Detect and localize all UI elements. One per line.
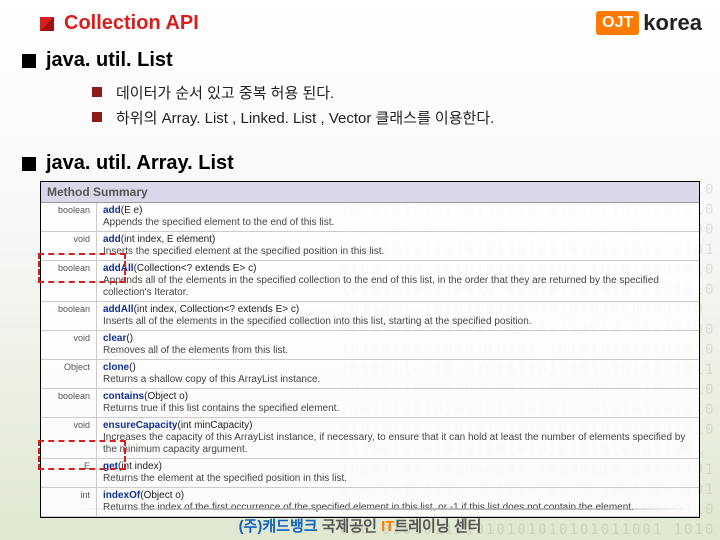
section-list-heading: java. util. List (46, 49, 173, 72)
method-name: add (103, 205, 121, 216)
footer-divider (80, 508, 690, 510)
method-params: (int index) (118, 461, 162, 472)
method-params: (Collection<? extends E> c) (134, 263, 257, 274)
brown-bullet-icon (92, 87, 102, 97)
section-list: java. util. List (0, 35, 720, 72)
bullet-text: 하위의 Array. List , Linked. List , Vector … (116, 107, 494, 128)
footer-text-2: 트레이닝 센터 (394, 518, 481, 535)
method-summary-table: Method Summary booleanadd(E e)Appends th… (40, 181, 700, 518)
method-return: boolean (41, 302, 97, 330)
slide-title: Collection API (64, 12, 199, 35)
black-bullet-icon (22, 157, 36, 171)
footer-text-1: 국제공인 (318, 518, 382, 535)
method-params: (E e) (121, 205, 143, 216)
method-summary-header: Method Summary (41, 182, 699, 203)
brown-bullet-icon (92, 112, 102, 122)
bullet-item: 하위의 Array. List , Linked. List , Vector … (92, 107, 720, 128)
black-bullet-icon (22, 54, 36, 68)
method-desc: Removes all of the elements from this li… (103, 345, 693, 357)
method-desc: Appends the specified element to the end… (103, 217, 693, 229)
method-return: E (41, 459, 97, 487)
ojt-korea-logo: OJT korea (596, 10, 702, 36)
method-name: addAll (103, 263, 134, 274)
bullet-text: 데이터가 순서 있고 중복 허용 된다. (116, 82, 334, 103)
method-return: int (41, 488, 97, 516)
method-name: indexOf (103, 490, 140, 501)
method-signature: addAll(Collection<? extends E> c)Appends… (97, 261, 699, 301)
method-return: boolean (41, 389, 97, 417)
method-row: booleanadd(E e)Appends the specified ele… (41, 203, 699, 232)
method-signature: contains(Object o)Returns true if this l… (97, 389, 699, 417)
method-name: get (103, 461, 118, 472)
method-params: (int index, E element) (121, 234, 216, 245)
section-arraylist: java. util. Array. List (0, 138, 720, 175)
method-signature: clone()Returns a shallow copy of this Ar… (97, 360, 699, 388)
method-return: boolean (41, 261, 97, 301)
bullet-item: 데이터가 순서 있고 중복 허용 된다. (92, 82, 720, 103)
method-name: clear (103, 333, 126, 344)
method-signature: clear()Removes all of the elements from … (97, 331, 699, 359)
method-signature: indexOf(Object o)Returns the index of th… (97, 488, 699, 516)
method-desc: Returns true if this list contains the s… (103, 403, 693, 415)
method-name: contains (103, 391, 144, 402)
method-row: voidensureCapacity(int minCapacity)Incre… (41, 418, 699, 459)
bullet-list: 데이터가 순서 있고 중복 허용 된다. 하위의 Array. List , L… (0, 72, 720, 138)
method-return: void (41, 418, 97, 458)
method-params: (int minCapacity) (177, 420, 252, 431)
method-return: Object (41, 360, 97, 388)
method-return: void (41, 232, 97, 260)
method-params: () (129, 362, 136, 373)
method-row: intindexOf(Object o)Returns the index of… (41, 488, 699, 517)
method-name: ensureCapacity (103, 420, 177, 431)
method-row: booleanaddAll(int index, Collection<? ex… (41, 302, 699, 331)
method-signature: get(int index)Returns the element at the… (97, 459, 699, 487)
logo-ojt-text: OJT (596, 11, 639, 35)
logo-korea-text: korea (643, 10, 702, 36)
red-bullet-icon (40, 17, 54, 31)
method-desc: Increases the capacity of this ArrayList… (103, 432, 693, 456)
method-row: booleancontains(Object o)Returns true if… (41, 389, 699, 418)
footer-it: IT (381, 518, 394, 535)
method-name: clone (103, 362, 129, 373)
method-return: void (41, 331, 97, 359)
method-desc: Inserts the specified element at the spe… (103, 246, 693, 258)
section-arraylist-heading: java. util. Array. List (46, 152, 234, 175)
method-desc: Appends all of the elements in the speci… (103, 275, 693, 299)
method-return: boolean (41, 203, 97, 231)
method-desc: Returns the element at the specified pos… (103, 473, 693, 485)
method-signature: add(E e)Appends the specified element to… (97, 203, 699, 231)
method-row: booleanaddAll(Collection<? extends E> c)… (41, 261, 699, 302)
method-params: (int index, Collection<? extends E> c) (134, 304, 300, 315)
method-signature: ensureCapacity(int minCapacity)Increases… (97, 418, 699, 458)
footer-company: (주)캐드뱅크 (239, 518, 318, 535)
method-signature: add(int index, E element)Inserts the spe… (97, 232, 699, 260)
method-desc: Inserts all of the elements in the speci… (103, 316, 693, 328)
method-params: (Object o) (144, 391, 188, 402)
method-desc: Returns a shallow copy of this ArrayList… (103, 374, 693, 386)
footer: (주)캐드뱅크 국제공인 IT트레이닝 센터 (0, 515, 720, 536)
method-row: voidadd(int index, E element)Inserts the… (41, 232, 699, 261)
method-params: () (126, 333, 133, 344)
method-signature: addAll(int index, Collection<? extends E… (97, 302, 699, 330)
method-row: Eget(int index)Returns the element at th… (41, 459, 699, 488)
method-params: (Object o) (140, 490, 184, 501)
method-name: addAll (103, 304, 134, 315)
method-name: add (103, 234, 121, 245)
method-row: Objectclone()Returns a shallow copy of t… (41, 360, 699, 389)
method-row: voidclear()Removes all of the elements f… (41, 331, 699, 360)
